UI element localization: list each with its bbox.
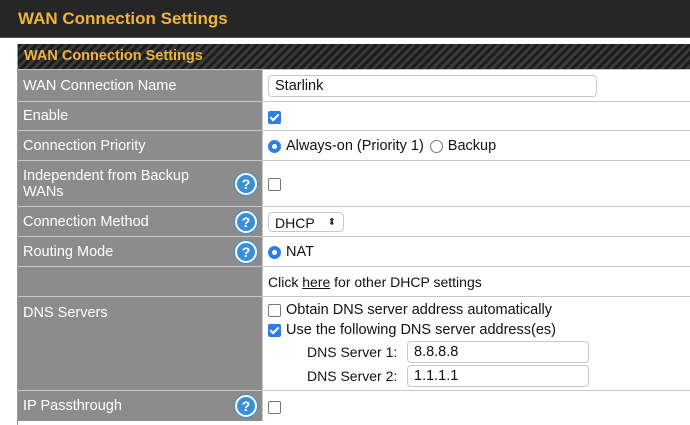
panel-title: WAN Connection Settings [18, 44, 690, 69]
dns-server-1-label: DNS Server 1: [307, 344, 398, 361]
row-routing: Routing Mode ? NAT [18, 236, 690, 267]
row-dns: DNS Servers Obtain DNS server address au… [18, 296, 690, 391]
connection-name-input[interactable] [268, 74, 597, 97]
dns-manual-label[interactable]: Use the following DNS server address(es) [286, 322, 556, 338]
enable-checkbox[interactable] [268, 110, 281, 124]
wan-settings-panel: WAN Connection Settings WAN Connection N… [17, 44, 690, 425]
routing-nat-radio[interactable] [268, 245, 281, 259]
page-header: WAN Connection Settings [0, 0, 690, 38]
row-priority: Connection Priority Always-on (Priority … [18, 130, 690, 161]
priority-label: Connection Priority [18, 130, 263, 161]
dhcp-link-prefix: Click [268, 273, 303, 290]
help-icon[interactable]: ? [235, 172, 257, 195]
connection-name-label: WAN Connection Name [18, 69, 263, 102]
connection-method-value: DHCP [275, 214, 315, 231]
priority-backup-radio[interactable] [429, 139, 443, 153]
row-method: Connection Method ? DHCP ⬍ [18, 206, 690, 237]
dns-manual-checkbox[interactable] [268, 323, 281, 337]
dns-auto-checkbox[interactable] [268, 303, 281, 317]
chevron-updown-icon: ⬍ [327, 216, 336, 228]
priority-always-on-label[interactable]: Always-on (Priority 1) [286, 138, 424, 154]
routing-nat-label[interactable]: NAT [286, 244, 314, 260]
dns-server-1-input[interactable] [407, 341, 589, 363]
dns-auto-label[interactable]: Obtain DNS server address automatically [286, 302, 552, 318]
enable-label: Enable [18, 101, 263, 131]
row-dhcp-link: Click here for other DHCP settings [18, 266, 690, 297]
passthrough-label: IP Passthrough [23, 397, 122, 414]
dns-label: DNS Servers [18, 296, 263, 391]
independent-checkbox[interactable] [268, 178, 281, 192]
dns-server-2-label: DNS Server 2: [307, 368, 398, 385]
dhcp-link-suffix: for other DHCP settings [330, 273, 482, 290]
priority-backup-label[interactable]: Backup [448, 138, 496, 154]
independent-label: Independent from Backup WANs [23, 167, 190, 200]
row-independent: Independent from Backup WANs ? [18, 160, 690, 207]
row-connection-name: WAN Connection Name [18, 69, 690, 102]
help-icon[interactable]: ? [235, 240, 257, 263]
connection-method-select[interactable]: DHCP ⬍ [268, 211, 344, 232]
routing-label: Routing Mode [23, 243, 114, 260]
help-icon[interactable]: ? [235, 394, 257, 417]
method-label: Connection Method [23, 213, 149, 230]
row-enable: Enable [18, 101, 690, 131]
passthrough-checkbox[interactable] [268, 400, 281, 414]
page-title: WAN Connection Settings [18, 9, 228, 28]
dns-server-2-input[interactable] [407, 365, 589, 387]
settings-table: WAN Connection Name Enable Connection Pr… [18, 69, 690, 421]
dhcp-settings-link[interactable]: here [302, 274, 330, 290]
help-icon[interactable]: ? [235, 210, 257, 233]
priority-always-on-radio[interactable] [268, 139, 281, 153]
row-passthrough: IP Passthrough ? [18, 390, 690, 421]
